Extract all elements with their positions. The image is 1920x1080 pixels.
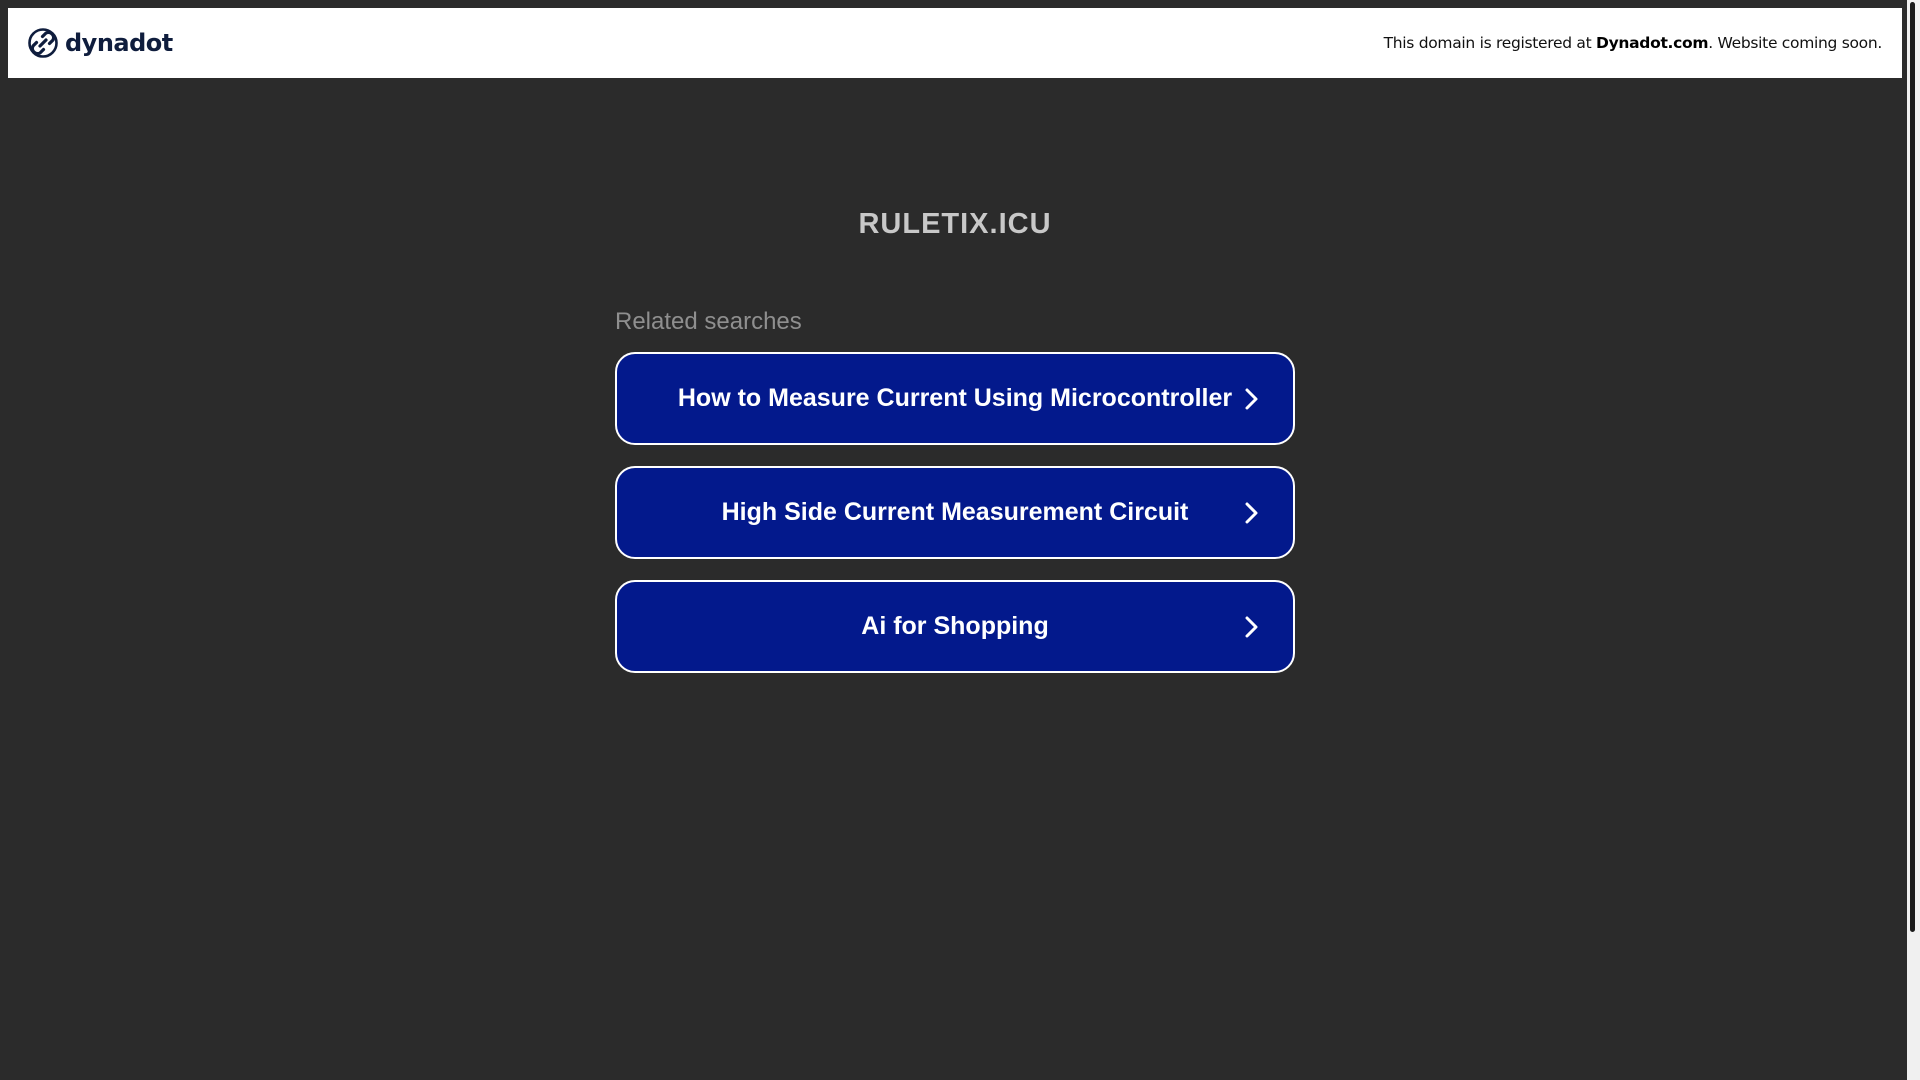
dynadot-link[interactable]: Dynadot.com bbox=[1596, 34, 1709, 52]
chevron-right-icon bbox=[1245, 502, 1258, 523]
header-bar: dynadot This domain is registered at Dyn… bbox=[8, 8, 1902, 78]
domain-title: RULETIX.ICU bbox=[858, 208, 1052, 240]
dynadot-logo[interactable]: dynadot bbox=[27, 27, 173, 59]
related-links-list: How to Measure Current Using Microcontro… bbox=[615, 352, 1295, 694]
related-link-label: How to Measure Current Using Microcontro… bbox=[677, 384, 1233, 412]
logo-text: dynadot bbox=[65, 29, 173, 57]
related-link-button[interactable]: How to Measure Current Using Microcontro… bbox=[615, 352, 1295, 445]
chevron-right-icon bbox=[1245, 388, 1258, 409]
vertical-scrollbar[interactable] bbox=[1907, 0, 1920, 1080]
related-link-button[interactable]: High Side Current Measurement Circuit bbox=[615, 466, 1295, 559]
related-link-button[interactable]: Ai for Shopping bbox=[615, 580, 1295, 673]
registration-notice: This domain is registered at Dynadot.com… bbox=[1383, 34, 1883, 52]
page: dynadot This domain is registered at Dyn… bbox=[0, 0, 1920, 1080]
related-link-label: High Side Current Measurement Circuit bbox=[721, 498, 1189, 526]
related-searches-heading: Related searches bbox=[615, 308, 802, 335]
notice-suffix: . Website coming soon. bbox=[1708, 34, 1882, 52]
related-link-label: Ai for Shopping bbox=[861, 612, 1049, 640]
scrollbar-thumb[interactable] bbox=[1910, 2, 1915, 932]
chevron-right-icon bbox=[1245, 616, 1258, 637]
notice-prefix: This domain is registered at bbox=[1383, 34, 1597, 52]
dynadot-link-icon bbox=[28, 28, 58, 58]
